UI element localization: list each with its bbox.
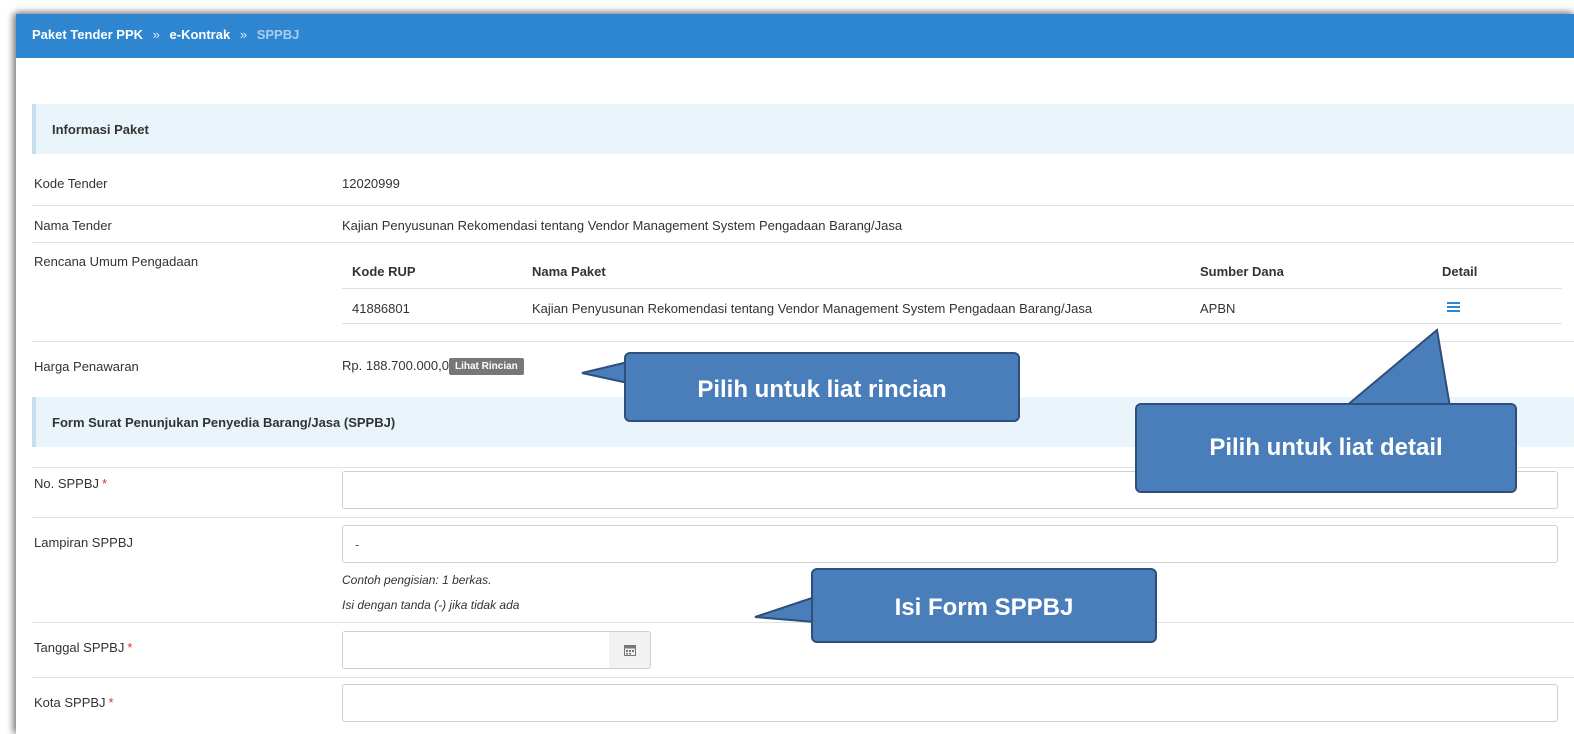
label-kota-sppbj: Kota SPPBJ * bbox=[34, 695, 114, 710]
row-divider bbox=[32, 622, 1574, 623]
required-mark: * bbox=[102, 476, 108, 491]
calendar-icon bbox=[624, 645, 636, 656]
row-divider bbox=[32, 517, 1574, 518]
th-detail: Detail bbox=[1442, 264, 1478, 279]
required-mark: * bbox=[108, 695, 114, 710]
hint-text: Isi dengan tanda (-) jika tidak ada bbox=[342, 598, 520, 612]
callout-text: Isi Form SPPBJ bbox=[894, 594, 1074, 621]
section-title: Form Surat Penunjukan Penyedia Barang/Ja… bbox=[52, 415, 396, 430]
label-text: Tanggal SPPBJ bbox=[34, 640, 125, 655]
section-header-informasi-paket: Informasi Paket bbox=[32, 104, 1574, 154]
value-kode-tender: 12020999 bbox=[342, 176, 400, 191]
breadcrumb-item-paket[interactable]: Paket Tender PPK bbox=[32, 27, 143, 42]
breadcrumb: Paket Tender PPK » e-Kontrak » SPPBJ bbox=[32, 27, 299, 42]
table-divider bbox=[342, 323, 1562, 324]
row-divider bbox=[32, 341, 1574, 342]
breadcrumb-item-current: SPPBJ bbox=[256, 27, 300, 42]
breadcrumb-separator: » bbox=[152, 27, 160, 42]
callout-text: Pilih untuk liat rincian bbox=[697, 376, 947, 403]
lampiran-sppbj-input[interactable] bbox=[342, 525, 1558, 563]
callout-form: Isi Form SPPBJ bbox=[811, 568, 1157, 643]
label-kode-tender: Kode Tender bbox=[34, 176, 108, 191]
label-rup: Rencana Umum Pengadaan bbox=[34, 254, 199, 269]
th-nama-paket: Nama Paket bbox=[532, 264, 606, 279]
breadcrumb-separator: » bbox=[239, 27, 248, 42]
th-kode-rup: Kode RUP bbox=[352, 264, 416, 279]
th-sumber-dana: Sumber Dana bbox=[1200, 264, 1284, 279]
row-divider bbox=[32, 677, 1574, 678]
calendar-button[interactable] bbox=[609, 631, 651, 669]
label-harga-penawaran: Harga Penawaran bbox=[34, 359, 139, 374]
top-bar: Paket Tender PPK » e-Kontrak » SPPBJ bbox=[16, 14, 1574, 58]
hint-text: Contoh pengisian: 1 berkas. bbox=[342, 573, 492, 587]
cell-kode-rup: 41886801 bbox=[352, 301, 410, 316]
section-title: Informasi Paket bbox=[52, 122, 149, 137]
required-mark: * bbox=[127, 640, 133, 655]
row-divider bbox=[32, 242, 1574, 243]
label-lampiran-sppbj: Lampiran SPPBJ bbox=[34, 535, 133, 550]
cell-sumber-dana: APBN bbox=[1200, 301, 1236, 316]
table-divider bbox=[342, 288, 1562, 289]
cell-nama-paket: Kajian Penyusunan Rekomendasi tentang Ve… bbox=[532, 301, 1093, 316]
label-nama-tender: Nama Tender bbox=[34, 218, 112, 233]
row-divider bbox=[32, 205, 1574, 206]
value-nama-tender: Kajian Penyusunan Rekomendasi tentang Ve… bbox=[342, 218, 903, 233]
rup-table: Kode RUP Nama Paket Sumber Dana Detail 4… bbox=[342, 250, 1562, 324]
label-text: Kota SPPBJ bbox=[34, 695, 106, 710]
label-text: No. SPPBJ bbox=[34, 476, 100, 491]
callout-text: Pilih untuk liat detail bbox=[1209, 434, 1443, 461]
callout-detail: Pilih untuk liat detail bbox=[1135, 403, 1517, 493]
tanggal-sppbj-input[interactable] bbox=[342, 631, 610, 669]
lihat-rincian-button[interactable]: Lihat Rincian bbox=[449, 358, 524, 375]
label-no-sppbj: No. SPPBJ * bbox=[34, 476, 107, 491]
value-harga-penawaran: Rp. 188.700.000,00 bbox=[342, 358, 457, 373]
label-tanggal-sppbj: Tanggal SPPBJ * bbox=[34, 640, 132, 655]
list-icon[interactable] bbox=[1447, 302, 1460, 313]
callout-rincian: Pilih untuk liat rincian bbox=[624, 352, 1020, 422]
breadcrumb-item-ekontrak[interactable]: e-Kontrak bbox=[170, 27, 231, 42]
kota-sppbj-input[interactable] bbox=[342, 684, 1558, 722]
